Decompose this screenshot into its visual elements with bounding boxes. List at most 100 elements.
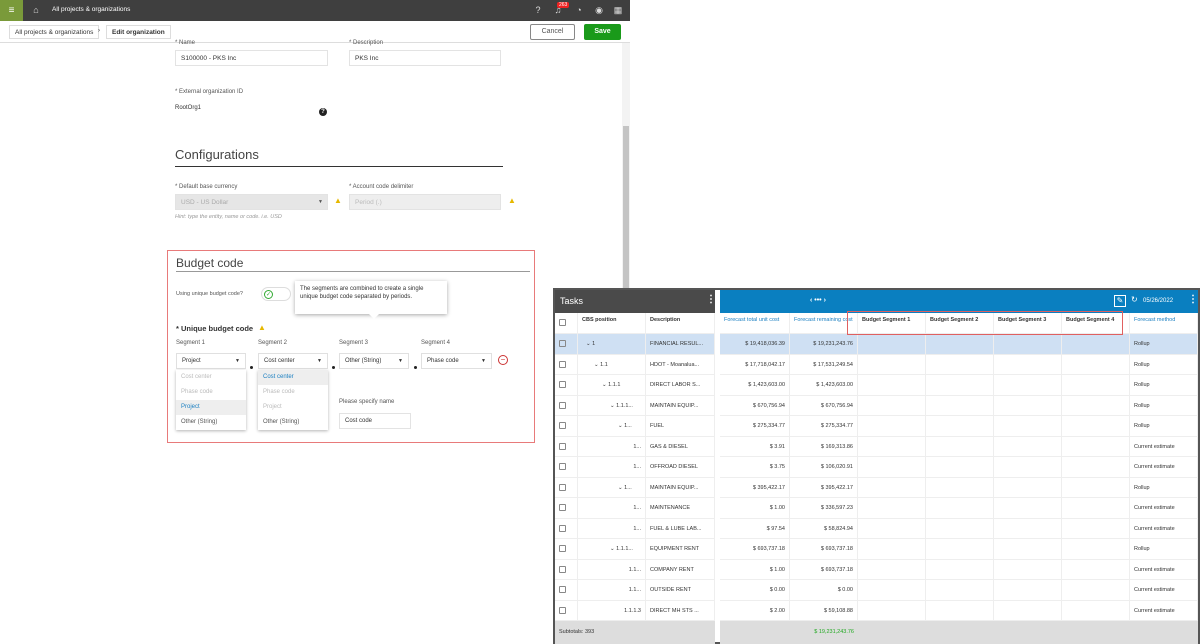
menu-icon[interactable]: ≡ [0, 0, 23, 21]
row-checkbox[interactable] [555, 457, 578, 478]
budget-segment-cell[interactable] [926, 559, 994, 580]
segment-4-select[interactable]: Phase code ▼ [421, 353, 492, 369]
checkbox[interactable] [559, 360, 566, 368]
cancel-button[interactable]: Cancel [530, 24, 575, 40]
segment-1-select[interactable]: Project ▼ [176, 353, 246, 369]
checkbox[interactable] [559, 422, 566, 430]
segment-3-select[interactable]: Other (String) ▼ [339, 353, 409, 369]
budget-segment-cell[interactable] [1062, 580, 1130, 601]
edit-icon[interactable]: ✎ [1114, 295, 1126, 307]
budget-segment-cell[interactable] [994, 477, 1062, 498]
budget-segment-cell[interactable] [926, 416, 994, 437]
scrollbar-thumb[interactable] [623, 126, 629, 291]
checkbox[interactable] [559, 401, 566, 409]
checkbox[interactable] [559, 565, 566, 573]
budget-segment-cell[interactable] [1062, 354, 1130, 375]
budget-segment-cell[interactable] [1062, 416, 1130, 437]
breadcrumb-item[interactable]: All projects & organizations [9, 25, 100, 39]
budget-segment-cell[interactable] [1062, 436, 1130, 457]
budget-segment-cell[interactable] [858, 600, 926, 621]
budget-segment-cell[interactable] [858, 477, 926, 498]
apps-icon[interactable]: ▦ [612, 4, 624, 16]
checkbox[interactable] [559, 340, 566, 348]
menu-item-selected[interactable]: Project [176, 400, 246, 415]
budget-segment-cell[interactable] [994, 334, 1062, 355]
column-header-cbs[interactable]: CBS position [578, 313, 646, 334]
budget-segment-cell[interactable] [1062, 375, 1130, 396]
specify-name-input[interactable]: Cost code [339, 413, 411, 429]
budget-segment-cell[interactable] [858, 539, 926, 560]
row-checkbox[interactable] [555, 416, 578, 437]
budget-segment-cell[interactable] [994, 416, 1062, 437]
budget-segment-cell[interactable] [994, 375, 1062, 396]
more-icon[interactable]: ⋮ [1188, 294, 1198, 305]
budget-segment-cell[interactable] [926, 395, 994, 416]
row-checkbox[interactable] [555, 559, 578, 580]
budget-segment-cell[interactable] [858, 416, 926, 437]
segment-2-select[interactable]: Cost center ▼ [258, 353, 328, 369]
checkbox[interactable] [559, 586, 566, 594]
row-checkbox[interactable] [555, 395, 578, 416]
budget-segment-cell[interactable] [926, 498, 994, 519]
row-checkbox[interactable] [555, 354, 578, 375]
budget-segment-cell[interactable] [994, 354, 1062, 375]
description-input[interactable]: PKS Inc [349, 50, 501, 66]
column-header-6[interactable]: Forecast method [1130, 313, 1198, 334]
row-checkbox[interactable] [555, 498, 578, 519]
row-checkbox[interactable] [555, 539, 578, 560]
budget-segment-cell[interactable] [858, 457, 926, 478]
checkbox[interactable] [559, 483, 566, 491]
clock-icon[interactable]: ◔ [573, 4, 585, 16]
checkbox[interactable] [559, 545, 566, 553]
budget-segment-cell[interactable] [926, 600, 994, 621]
row-checkbox[interactable] [555, 436, 578, 457]
help-icon[interactable]: ? [319, 108, 327, 116]
budget-segment-cell[interactable] [1062, 559, 1130, 580]
checkbox[interactable] [559, 504, 566, 512]
currency-select[interactable]: USD - US Dollar ▼ [175, 194, 328, 210]
budget-segment-cell[interactable] [1062, 477, 1130, 498]
checkbox[interactable] [559, 463, 566, 471]
column-header-0[interactable]: Forecast total unit cost [720, 313, 790, 334]
budget-segment-cell[interactable] [926, 477, 994, 498]
budget-segment-cell[interactable] [858, 436, 926, 457]
budget-segment-cell[interactable] [858, 498, 926, 519]
budget-segment-cell[interactable] [994, 395, 1062, 416]
checkbox[interactable] [559, 442, 566, 450]
budget-segment-cell[interactable] [1062, 539, 1130, 560]
budget-segment-cell[interactable] [926, 539, 994, 560]
save-button[interactable]: Save [584, 24, 621, 40]
unique-budget-toggle[interactable]: ✓ [261, 287, 291, 301]
budget-segment-cell[interactable] [858, 334, 926, 355]
budget-segment-cell[interactable] [926, 354, 994, 375]
remove-segment-icon[interactable]: − [498, 355, 508, 365]
budget-segment-cell[interactable] [994, 539, 1062, 560]
row-checkbox[interactable] [555, 580, 578, 601]
budget-segment-cell[interactable] [994, 518, 1062, 539]
budget-segment-cell[interactable] [994, 436, 1062, 457]
column-header-description[interactable]: Description [646, 313, 715, 334]
delimiter-input[interactable]: Period (.) [349, 194, 501, 210]
budget-segment-cell[interactable] [1062, 600, 1130, 621]
budget-segment-cell[interactable] [1062, 395, 1130, 416]
select-all-checkbox[interactable] [555, 313, 578, 334]
checkbox[interactable] [559, 381, 566, 389]
help-icon[interactable]: ? [532, 4, 544, 16]
menu-item-selected[interactable]: Cost center [258, 370, 328, 385]
budget-segment-cell[interactable] [926, 436, 994, 457]
checkbox[interactable] [559, 524, 566, 532]
column-nav[interactable]: ‹ ••• › [810, 297, 826, 304]
budget-segment-cell[interactable] [994, 580, 1062, 601]
refresh-icon[interactable]: ↻ [1131, 295, 1138, 304]
budget-segment-cell[interactable] [858, 559, 926, 580]
checkbox[interactable] [559, 319, 566, 327]
budget-segment-cell[interactable] [926, 334, 994, 355]
budget-segment-cell[interactable] [1062, 498, 1130, 519]
more-icon[interactable]: ⋮ [706, 294, 716, 305]
budget-segment-cell[interactable] [1062, 457, 1130, 478]
row-checkbox[interactable] [555, 375, 578, 396]
row-checkbox[interactable] [555, 477, 578, 498]
budget-segment-cell[interactable] [1062, 334, 1130, 355]
budget-segment-cell[interactable] [926, 580, 994, 601]
budget-segment-cell[interactable] [926, 518, 994, 539]
